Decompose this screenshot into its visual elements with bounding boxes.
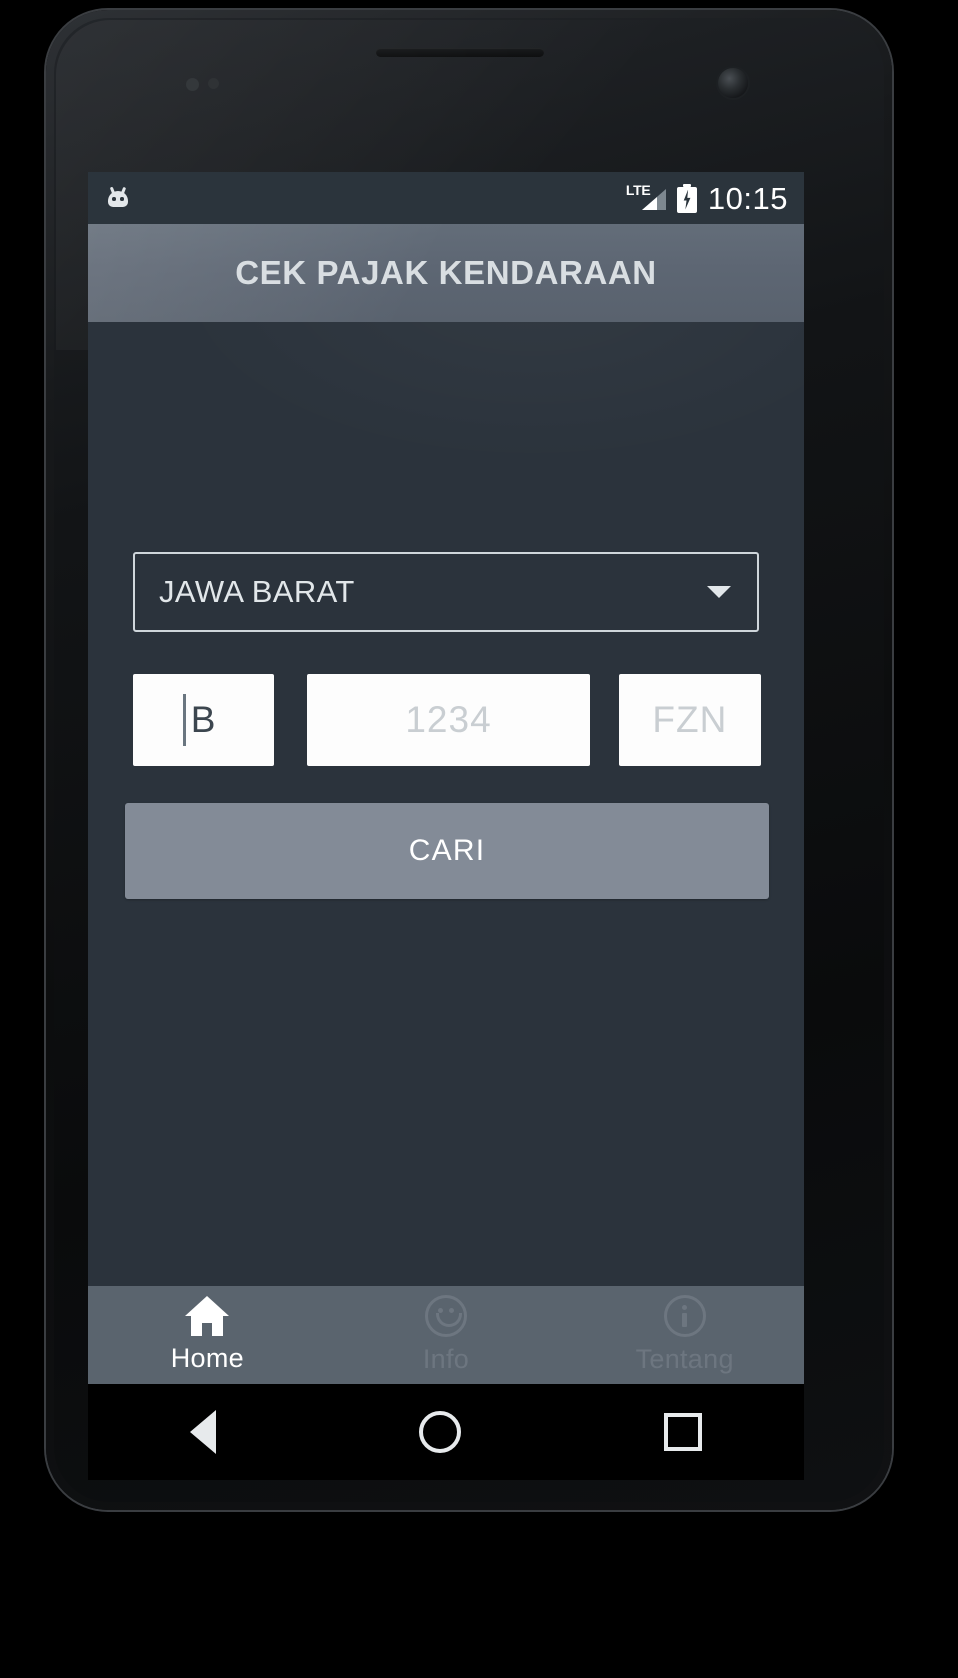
status-bar: LTE 10:15 [88, 172, 804, 224]
chevron-down-icon [707, 586, 731, 598]
text-cursor [183, 694, 186, 746]
bottom-tab-bar: Home Info Tentang [88, 1286, 804, 1384]
plate-number-placeholder: 1234 [405, 699, 492, 740]
app-bar: CEK PAJAK KENDARAAN [88, 224, 804, 322]
phone-screen: LTE 10:15 CEK PAJAK KENDARAAN JAWA BARAT… [88, 172, 804, 1384]
plate-suffix-input[interactable]: FZN [618, 674, 761, 766]
home-circle-icon[interactable] [418, 1411, 461, 1453]
info-circle-icon [663, 1295, 706, 1337]
home-icon [185, 1296, 230, 1336]
search-button-label: CARI [408, 834, 486, 867]
region-spinner[interactable]: JAWA BARAT [133, 552, 759, 632]
light-sensor [208, 78, 219, 89]
tab-tentang-label: Tentang [635, 1344, 734, 1374]
battery-charging-icon [676, 183, 697, 213]
region-spinner-value: JAWA BARAT [159, 574, 355, 609]
plate-prefix-input[interactable]: B [133, 674, 275, 766]
status-bar-clock: 10:15 [707, 180, 788, 216]
tab-tentang[interactable]: Tentang [565, 1286, 804, 1384]
tab-info[interactable]: Info [327, 1286, 566, 1384]
system-navigation-bar [88, 1384, 804, 1480]
proximity-sensor [186, 78, 199, 91]
status-bar-right-cluster: LTE 10:15 [626, 183, 788, 214]
tab-home[interactable]: Home [88, 1286, 327, 1384]
recents-square-icon[interactable] [664, 1413, 703, 1451]
tab-home-label: Home [170, 1343, 244, 1373]
plate-input-row: B 1234 FZN [133, 674, 761, 766]
plate-number-input[interactable]: 1234 [307, 674, 590, 766]
smiley-face-icon [425, 1295, 467, 1337]
search-button[interactable]: CARI [125, 803, 769, 899]
android-mascot-icon [106, 186, 130, 209]
earpiece-speaker [376, 48, 544, 57]
page-title: CEK PAJAK KENDARAAN [235, 254, 657, 291]
front-camera [718, 68, 748, 98]
signal-bars-icon: LTE [626, 183, 666, 213]
plate-prefix-value: B [190, 699, 217, 740]
tab-info-label: Info [422, 1344, 470, 1374]
main-content: JAWA BARAT B 1234 FZN CARI [88, 322, 804, 1286]
plate-suffix-placeholder: FZN [652, 699, 728, 740]
back-triangle-icon[interactable] [189, 1410, 216, 1454]
